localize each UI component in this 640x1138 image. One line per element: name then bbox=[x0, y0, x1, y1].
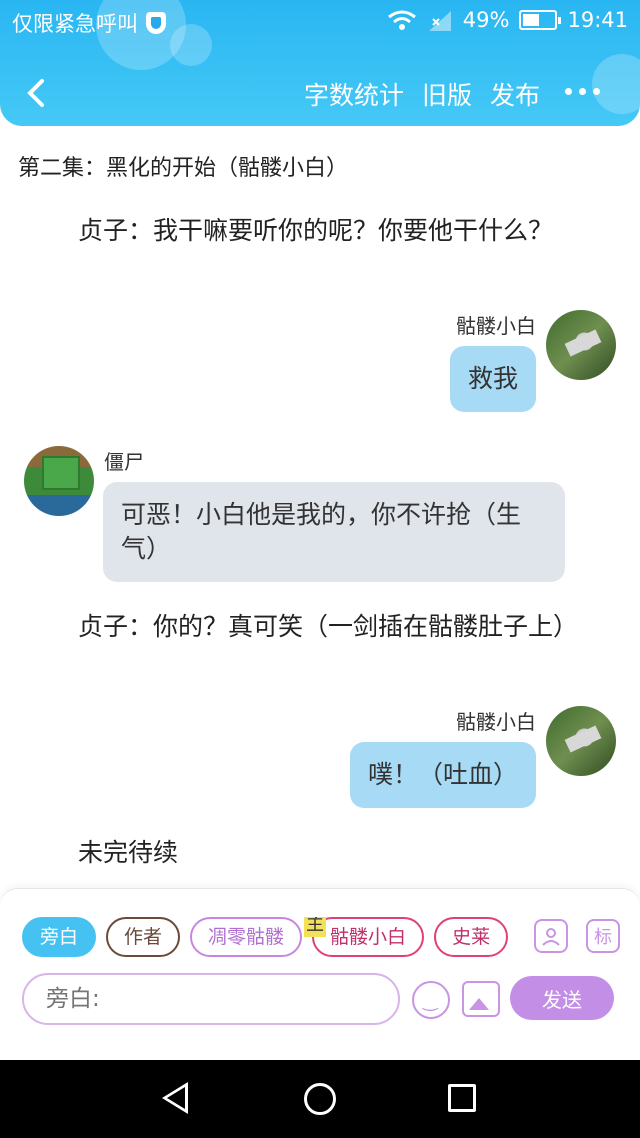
system-nav-bar bbox=[0, 1060, 640, 1138]
zombie-avatar[interactable] bbox=[24, 446, 94, 516]
narration-text: 未完待续 bbox=[78, 838, 179, 867]
speaker-name: 僵尸 bbox=[104, 450, 144, 474]
role-chip-author[interactable]: 作者 bbox=[106, 917, 181, 957]
wifi-icon bbox=[387, 10, 416, 30]
role-chip-withered-skeleton[interactable]: 凋零骷髅 bbox=[190, 917, 303, 957]
status-bar: 仅限紧急呼叫 49% 19:41 bbox=[0, 0, 640, 44]
emoji-icon[interactable] bbox=[412, 981, 450, 1019]
chapter-title: 第二集：黑化的开始（骷髅小白） bbox=[18, 156, 349, 181]
word-count-button[interactable]: 字数统计 bbox=[304, 76, 404, 112]
battery-percent: 49% bbox=[462, 8, 510, 32]
message-bubble[interactable]: 可恶！小白他是我的，你不许抢（生气） bbox=[103, 482, 565, 582]
narration-text: 贞子：我干嘛要听你的呢？你要他干什么？ bbox=[78, 216, 554, 245]
speaker-name: 骷髅小白 bbox=[456, 314, 536, 338]
compose-panel: 旁白 作者 凋零骷髅主骷髅小白 史莱 标 bbox=[0, 888, 640, 1060]
app-header: 仅限紧急呼叫 49% 19:41 字数统计 旧版 发布 bbox=[0, 0, 640, 126]
nav-bar: 字数统计 旧版 发布 bbox=[0, 62, 640, 122]
clock: 19:41 bbox=[567, 8, 628, 32]
speaker-name: 骷髅小白 bbox=[456, 710, 536, 734]
carrier-text: 仅限紧急呼叫 bbox=[12, 12, 138, 36]
main-role-tag: 主 bbox=[304, 917, 327, 937]
image-icon[interactable] bbox=[462, 981, 500, 1017]
narration-text: 贞子：你的？真可笑（一剑插在骷髅肚子上） bbox=[78, 612, 579, 641]
system-home-icon[interactable] bbox=[304, 1083, 336, 1115]
signal-icon bbox=[428, 11, 451, 31]
send-button[interactable]: 发送 bbox=[510, 976, 614, 1020]
tag-button[interactable]: 标 bbox=[586, 919, 620, 953]
battery-icon bbox=[519, 10, 562, 30]
more-icon[interactable] bbox=[565, 88, 600, 95]
system-back-icon[interactable] bbox=[162, 1082, 188, 1114]
role-selector: 旁白 作者 凋零骷髅主骷髅小白 史莱 bbox=[22, 917, 522, 961]
publish-button[interactable]: 发布 bbox=[490, 76, 540, 112]
character-manage-icon[interactable] bbox=[534, 919, 568, 953]
role-chip-skeleton-xiaobai[interactable]: 主骷髅小白 bbox=[304, 917, 425, 957]
message-bubble[interactable]: 救我 bbox=[449, 346, 536, 412]
skeleton-avatar[interactable] bbox=[546, 706, 616, 776]
back-arrow-icon[interactable] bbox=[26, 78, 46, 108]
role-chip-slime[interactable]: 史莱 bbox=[434, 917, 509, 957]
old-version-button[interactable]: 旧版 bbox=[422, 76, 472, 112]
skeleton-avatar[interactable] bbox=[546, 310, 616, 380]
message-input[interactable] bbox=[22, 973, 400, 1025]
shield-icon bbox=[146, 12, 166, 34]
message-bubble[interactable]: 噗！（吐血） bbox=[349, 742, 536, 808]
role-chip-label: 骷髅小白 bbox=[330, 926, 407, 948]
role-chip-narrator[interactable]: 旁白 bbox=[22, 917, 97, 957]
system-recents-icon[interactable] bbox=[448, 1084, 476, 1112]
